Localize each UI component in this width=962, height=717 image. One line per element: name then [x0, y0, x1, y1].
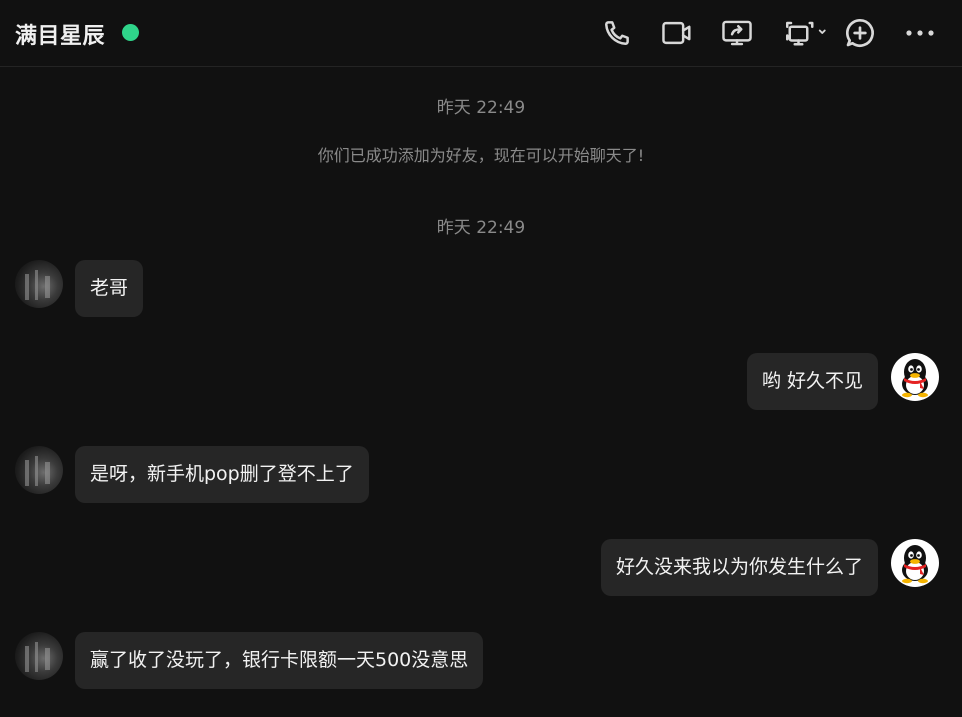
- remote-assist-button[interactable]: [782, 16, 830, 50]
- screen-share-button[interactable]: [720, 16, 754, 50]
- add-icon: [845, 18, 874, 47]
- phone-icon: [605, 21, 629, 45]
- penguin-icon: [902, 359, 928, 398]
- self-avatar[interactable]: [891, 353, 939, 401]
- message-bubble-sent[interactable]: 哟 好久不见: [746, 353, 878, 410]
- penguin-icon: [902, 545, 928, 584]
- online-status-dot: [122, 24, 139, 41]
- timestamp: 昨天 22:49: [436, 98, 526, 118]
- message-bubble-received[interactable]: 老哥: [75, 260, 144, 317]
- contact-name[interactable]: 满目星辰: [15, 18, 105, 50]
- friend-avatar[interactable]: [15, 260, 63, 308]
- system-message: 你们已成功添加为好友，现在可以开始聊天了!: [317, 146, 645, 165]
- screen-share-icon: [722, 20, 752, 46]
- message-bubble-sent[interactable]: 好久没来我以为你发生什么了: [600, 539, 878, 596]
- add-button[interactable]: [843, 16, 877, 50]
- more-button[interactable]: [903, 16, 937, 50]
- chat-header: 满目星辰: [0, 0, 962, 67]
- friend-avatar[interactable]: [15, 446, 63, 494]
- voice-call-button[interactable]: [600, 16, 634, 50]
- more-icon: [906, 30, 934, 36]
- remote-assist-icon: [786, 21, 826, 46]
- friend-avatar[interactable]: [15, 632, 63, 680]
- self-avatar[interactable]: [891, 539, 939, 587]
- timestamp: 昨天 22:49: [436, 218, 526, 238]
- message-bubble-received[interactable]: 赢了收了没玩了，银行卡限额一天500没意思: [75, 632, 484, 689]
- message-bubble-received[interactable]: 是呀，新手机pop删了登不上了: [75, 446, 369, 503]
- video-call-button[interactable]: [660, 16, 694, 50]
- video-icon: [662, 21, 691, 45]
